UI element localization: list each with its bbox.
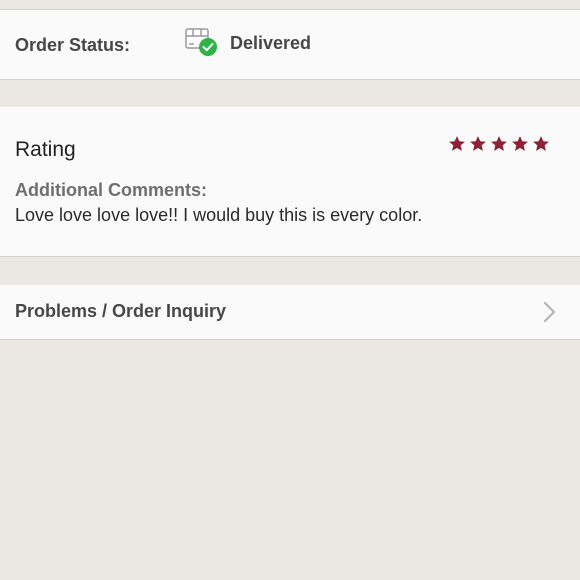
order-status-value: Delivered xyxy=(230,33,312,53)
package-delivered-icon xyxy=(185,28,217,56)
star-icon xyxy=(512,136,528,151)
order-status-label: Order Status: xyxy=(15,35,131,55)
rating-title: Rating xyxy=(15,138,76,161)
star-icon xyxy=(470,136,486,151)
star-icon xyxy=(533,136,549,151)
star-icon xyxy=(449,136,465,151)
rating-stars xyxy=(448,135,550,153)
order-inquiry-row[interactable]: Problems / Order Inquiry xyxy=(0,285,580,340)
star-icon xyxy=(491,136,507,151)
order-status-card: Order Status: Delivered xyxy=(0,9,580,80)
chevron-right-icon xyxy=(543,301,556,323)
order-inquiry-label: Problems / Order Inquiry xyxy=(15,301,227,321)
rating-card: Rating Additional Comments: Love love lo… xyxy=(0,107,580,257)
additional-comments-text: Love love love love!! I would buy this i… xyxy=(15,205,423,225)
additional-comments-label: Additional Comments: xyxy=(15,180,207,200)
